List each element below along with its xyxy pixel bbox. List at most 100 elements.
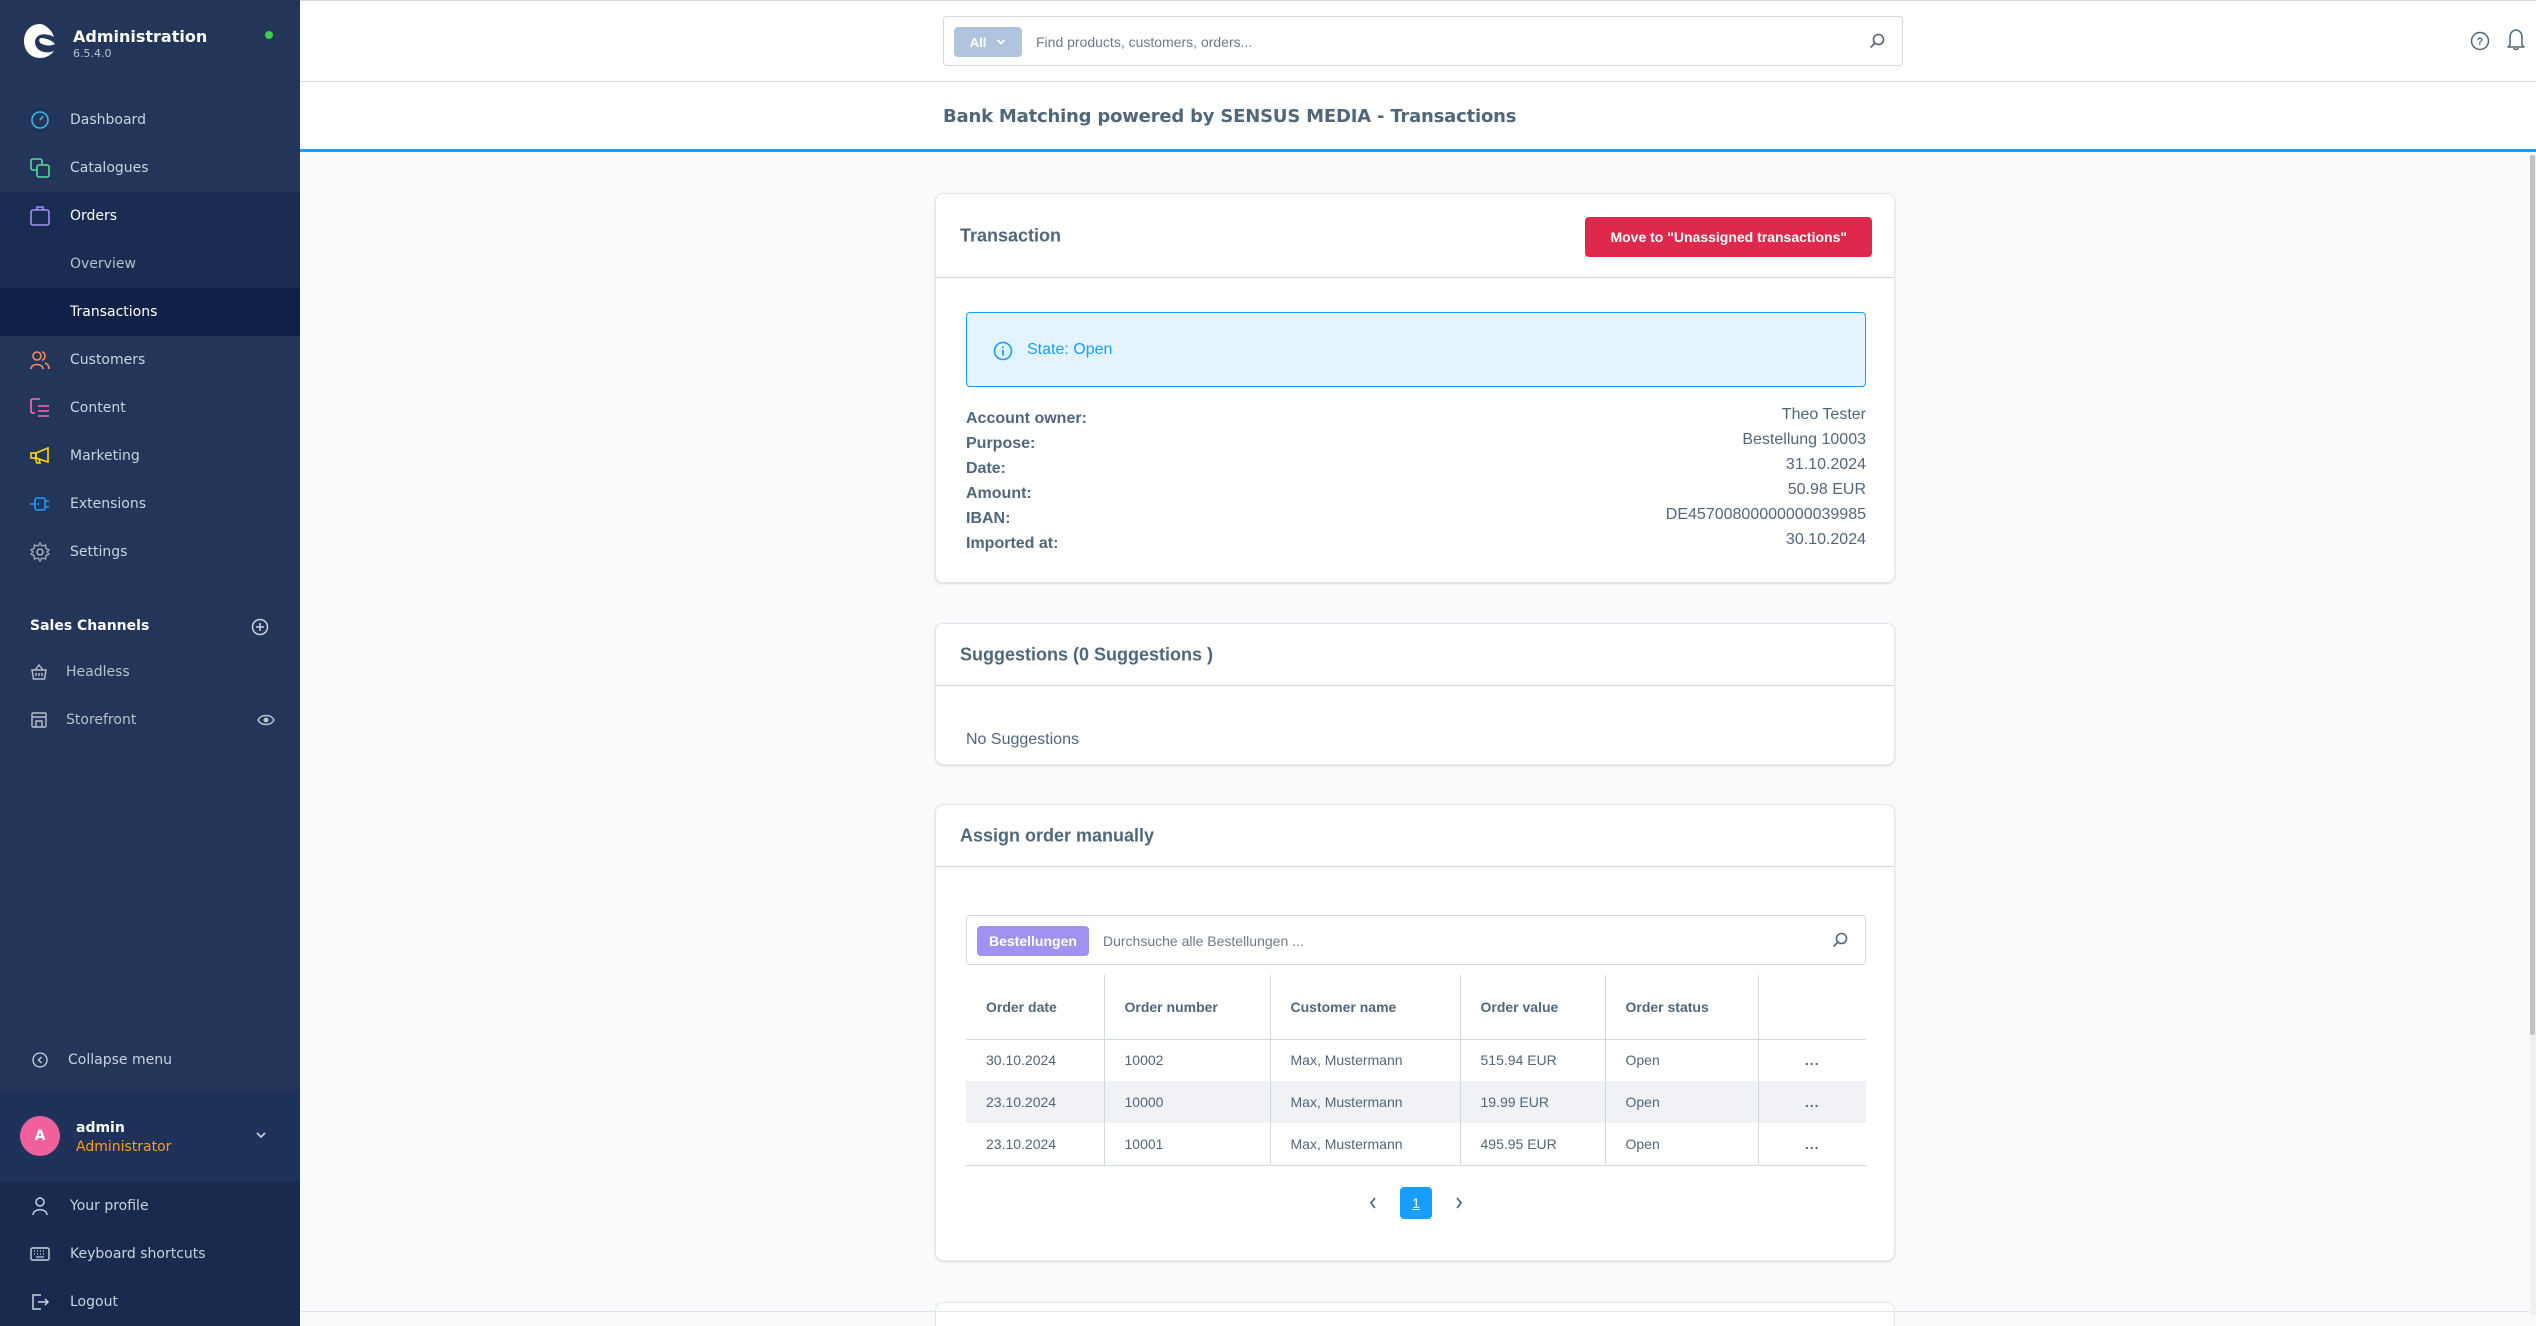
sidebar-header: Administration 6.5.4.0 bbox=[0, 0, 300, 90]
cell-customer-name: Max, Mustermann bbox=[1270, 1081, 1461, 1123]
content-icon bbox=[30, 398, 50, 418]
nav-item-marketing[interactable]: Marketing bbox=[0, 432, 300, 480]
table-row[interactable]: 30.10.2024 10002 Max, Mustermann 515.94 … bbox=[966, 1039, 1866, 1081]
column-header-order-date[interactable]: Order date bbox=[966, 975, 1105, 1040]
page-button-current[interactable]: 1 bbox=[1400, 1187, 1432, 1219]
row-actions-cell: ... bbox=[1758, 1123, 1866, 1166]
nav-label: Customers bbox=[70, 352, 146, 368]
logout-link[interactable]: Logout bbox=[0, 1278, 300, 1326]
keyboard-icon bbox=[30, 1247, 50, 1261]
user-box[interactable]: A admin Administrator bbox=[0, 1092, 300, 1182]
app-version: 6.5.4.0 bbox=[73, 47, 112, 60]
nav-item-dashboard[interactable]: Dashboard bbox=[0, 96, 300, 144]
detail-value: DE45700800000000039985 bbox=[1665, 506, 1866, 523]
sales-channel-storefront[interactable]: Storefront bbox=[30, 708, 275, 732]
collapse-icon bbox=[32, 1052, 48, 1068]
chevron-right-icon bbox=[1456, 1197, 1463, 1209]
page-title: Bank Matching powered by SENSUS MEDIA - … bbox=[943, 106, 1517, 127]
cell-order-number: 10000 bbox=[1104, 1081, 1271, 1123]
nav-item-orders[interactable]: Orders bbox=[0, 192, 300, 240]
storefront-icon bbox=[31, 712, 47, 728]
cell-order-status: Open bbox=[1605, 1081, 1759, 1123]
detail-iban: IBAN: DE45700800000000039985 bbox=[966, 506, 1866, 531]
nav-label: Orders bbox=[70, 208, 118, 224]
keyboard-shortcuts-link[interactable]: Keyboard shortcuts bbox=[0, 1230, 300, 1278]
transaction-title: Transaction bbox=[960, 225, 1062, 245]
no-suggestions-text: No Suggestions bbox=[966, 731, 1079, 748]
collapse-menu-button[interactable]: Collapse menu bbox=[0, 1036, 300, 1084]
table-row[interactable]: 23.10.2024 10000 Max, Mustermann 19.99 E… bbox=[966, 1081, 1866, 1123]
more-actions-icon[interactable]: ... bbox=[1805, 1052, 1820, 1068]
info-icon bbox=[993, 341, 1013, 361]
detail-label: Imported at: bbox=[966, 535, 1059, 552]
cell-order-status: Open bbox=[1605, 1123, 1759, 1166]
search-type-select[interactable]: All bbox=[954, 27, 1022, 57]
column-header-order-value[interactable]: Order value bbox=[1460, 975, 1606, 1040]
um-label: Logout bbox=[70, 1294, 118, 1310]
nav-sub-overview[interactable]: Overview bbox=[0, 240, 300, 288]
notifications-bell-icon[interactable] bbox=[2506, 28, 2526, 52]
move-to-unassigned-button[interactable]: Move to "Unassigned transactions" bbox=[1585, 217, 1872, 257]
eye-icon[interactable] bbox=[257, 713, 275, 727]
search-icon[interactable] bbox=[1831, 931, 1849, 949]
logout-icon bbox=[32, 1294, 50, 1310]
global-search: All bbox=[943, 16, 1903, 66]
cell-order-date: 23.10.2024 bbox=[966, 1123, 1105, 1166]
search-type-label: All bbox=[969, 34, 987, 50]
user-menu: Your profile Keyboard shortcuts Logout bbox=[0, 1182, 300, 1326]
help-icon[interactable]: ? bbox=[2470, 31, 2490, 51]
nav-label: Catalogues bbox=[70, 160, 149, 176]
transaction-details: Account owner: Theo Tester Purpose: Best… bbox=[966, 406, 1866, 556]
assign-order-title: Assign order manually bbox=[960, 825, 1155, 845]
settings-icon bbox=[30, 542, 50, 562]
add-sales-channel-icon[interactable] bbox=[251, 618, 269, 636]
scrollbar-thumb[interactable] bbox=[2530, 155, 2535, 1035]
more-actions-icon[interactable]: ... bbox=[1805, 1136, 1820, 1152]
extensions-icon bbox=[30, 494, 50, 514]
cell-order-date: 23.10.2024 bbox=[966, 1081, 1105, 1123]
order-search-badge: Bestellungen bbox=[977, 926, 1089, 956]
cell-order-number: 10001 bbox=[1104, 1123, 1271, 1166]
cell-order-status: Open bbox=[1605, 1039, 1759, 1081]
column-header-order-number[interactable]: Order number bbox=[1104, 975, 1271, 1040]
user-icon bbox=[32, 1197, 48, 1216]
avatar: A bbox=[20, 1116, 60, 1156]
nav-item-content[interactable]: Content bbox=[0, 384, 300, 432]
order-search-input[interactable] bbox=[1103, 928, 1803, 954]
dashboard-icon bbox=[30, 110, 50, 130]
user-name: admin bbox=[76, 1120, 125, 1136]
detail-purpose: Purpose: Bestellung 10003 bbox=[966, 431, 1866, 456]
previous-page-button[interactable] bbox=[1360, 1187, 1386, 1219]
next-page-button[interactable] bbox=[1446, 1187, 1472, 1219]
detail-account-owner: Account owner: Theo Tester bbox=[966, 406, 1866, 431]
card-header: Transaction Move to "Unassigned transact… bbox=[936, 194, 1894, 278]
global-search-input[interactable] bbox=[1036, 29, 1836, 55]
detail-value: Bestellung 10003 bbox=[1742, 431, 1866, 448]
orders-icon bbox=[30, 206, 50, 226]
pagination: 1 bbox=[936, 1187, 1896, 1219]
more-actions-icon[interactable]: ... bbox=[1805, 1094, 1820, 1110]
chevron-down-icon bbox=[997, 39, 1006, 45]
table-row[interactable]: 23.10.2024 10001 Max, Mustermann 495.95 … bbox=[966, 1123, 1866, 1166]
nav-sub-transactions[interactable]: Transactions bbox=[0, 288, 300, 336]
detail-label: Date: bbox=[966, 460, 1007, 477]
column-header-order-status[interactable]: Order status bbox=[1605, 975, 1759, 1040]
detail-value: 50.98 EUR bbox=[1787, 481, 1866, 498]
svg-text:?: ? bbox=[2477, 36, 2484, 48]
detail-amount: Amount: 50.98 EUR bbox=[966, 481, 1866, 506]
chevron-down-icon[interactable] bbox=[254, 1130, 268, 1140]
detail-label: Amount: bbox=[966, 485, 1032, 502]
detail-value: Theo Tester bbox=[1781, 406, 1866, 423]
nav-item-customers[interactable]: Customers bbox=[0, 336, 300, 384]
detail-value: 30.10.2024 bbox=[1785, 531, 1866, 548]
nav-item-catalogues[interactable]: Catalogues bbox=[0, 144, 300, 192]
search-icon[interactable] bbox=[1868, 32, 1886, 50]
nav-item-extensions[interactable]: Extensions bbox=[0, 480, 300, 528]
table-header-row: Order date Order number Customer name Or… bbox=[966, 975, 1866, 1040]
nav-item-settings[interactable]: Settings bbox=[0, 528, 300, 576]
page-scrollbar[interactable] bbox=[2530, 155, 2536, 1315]
column-header-customer-name[interactable]: Customer name bbox=[1270, 975, 1461, 1040]
your-profile-link[interactable]: Your profile bbox=[0, 1182, 300, 1230]
sales-channel-headless[interactable]: Headless bbox=[30, 660, 275, 684]
cell-order-value: 515.94 EUR bbox=[1460, 1039, 1606, 1081]
